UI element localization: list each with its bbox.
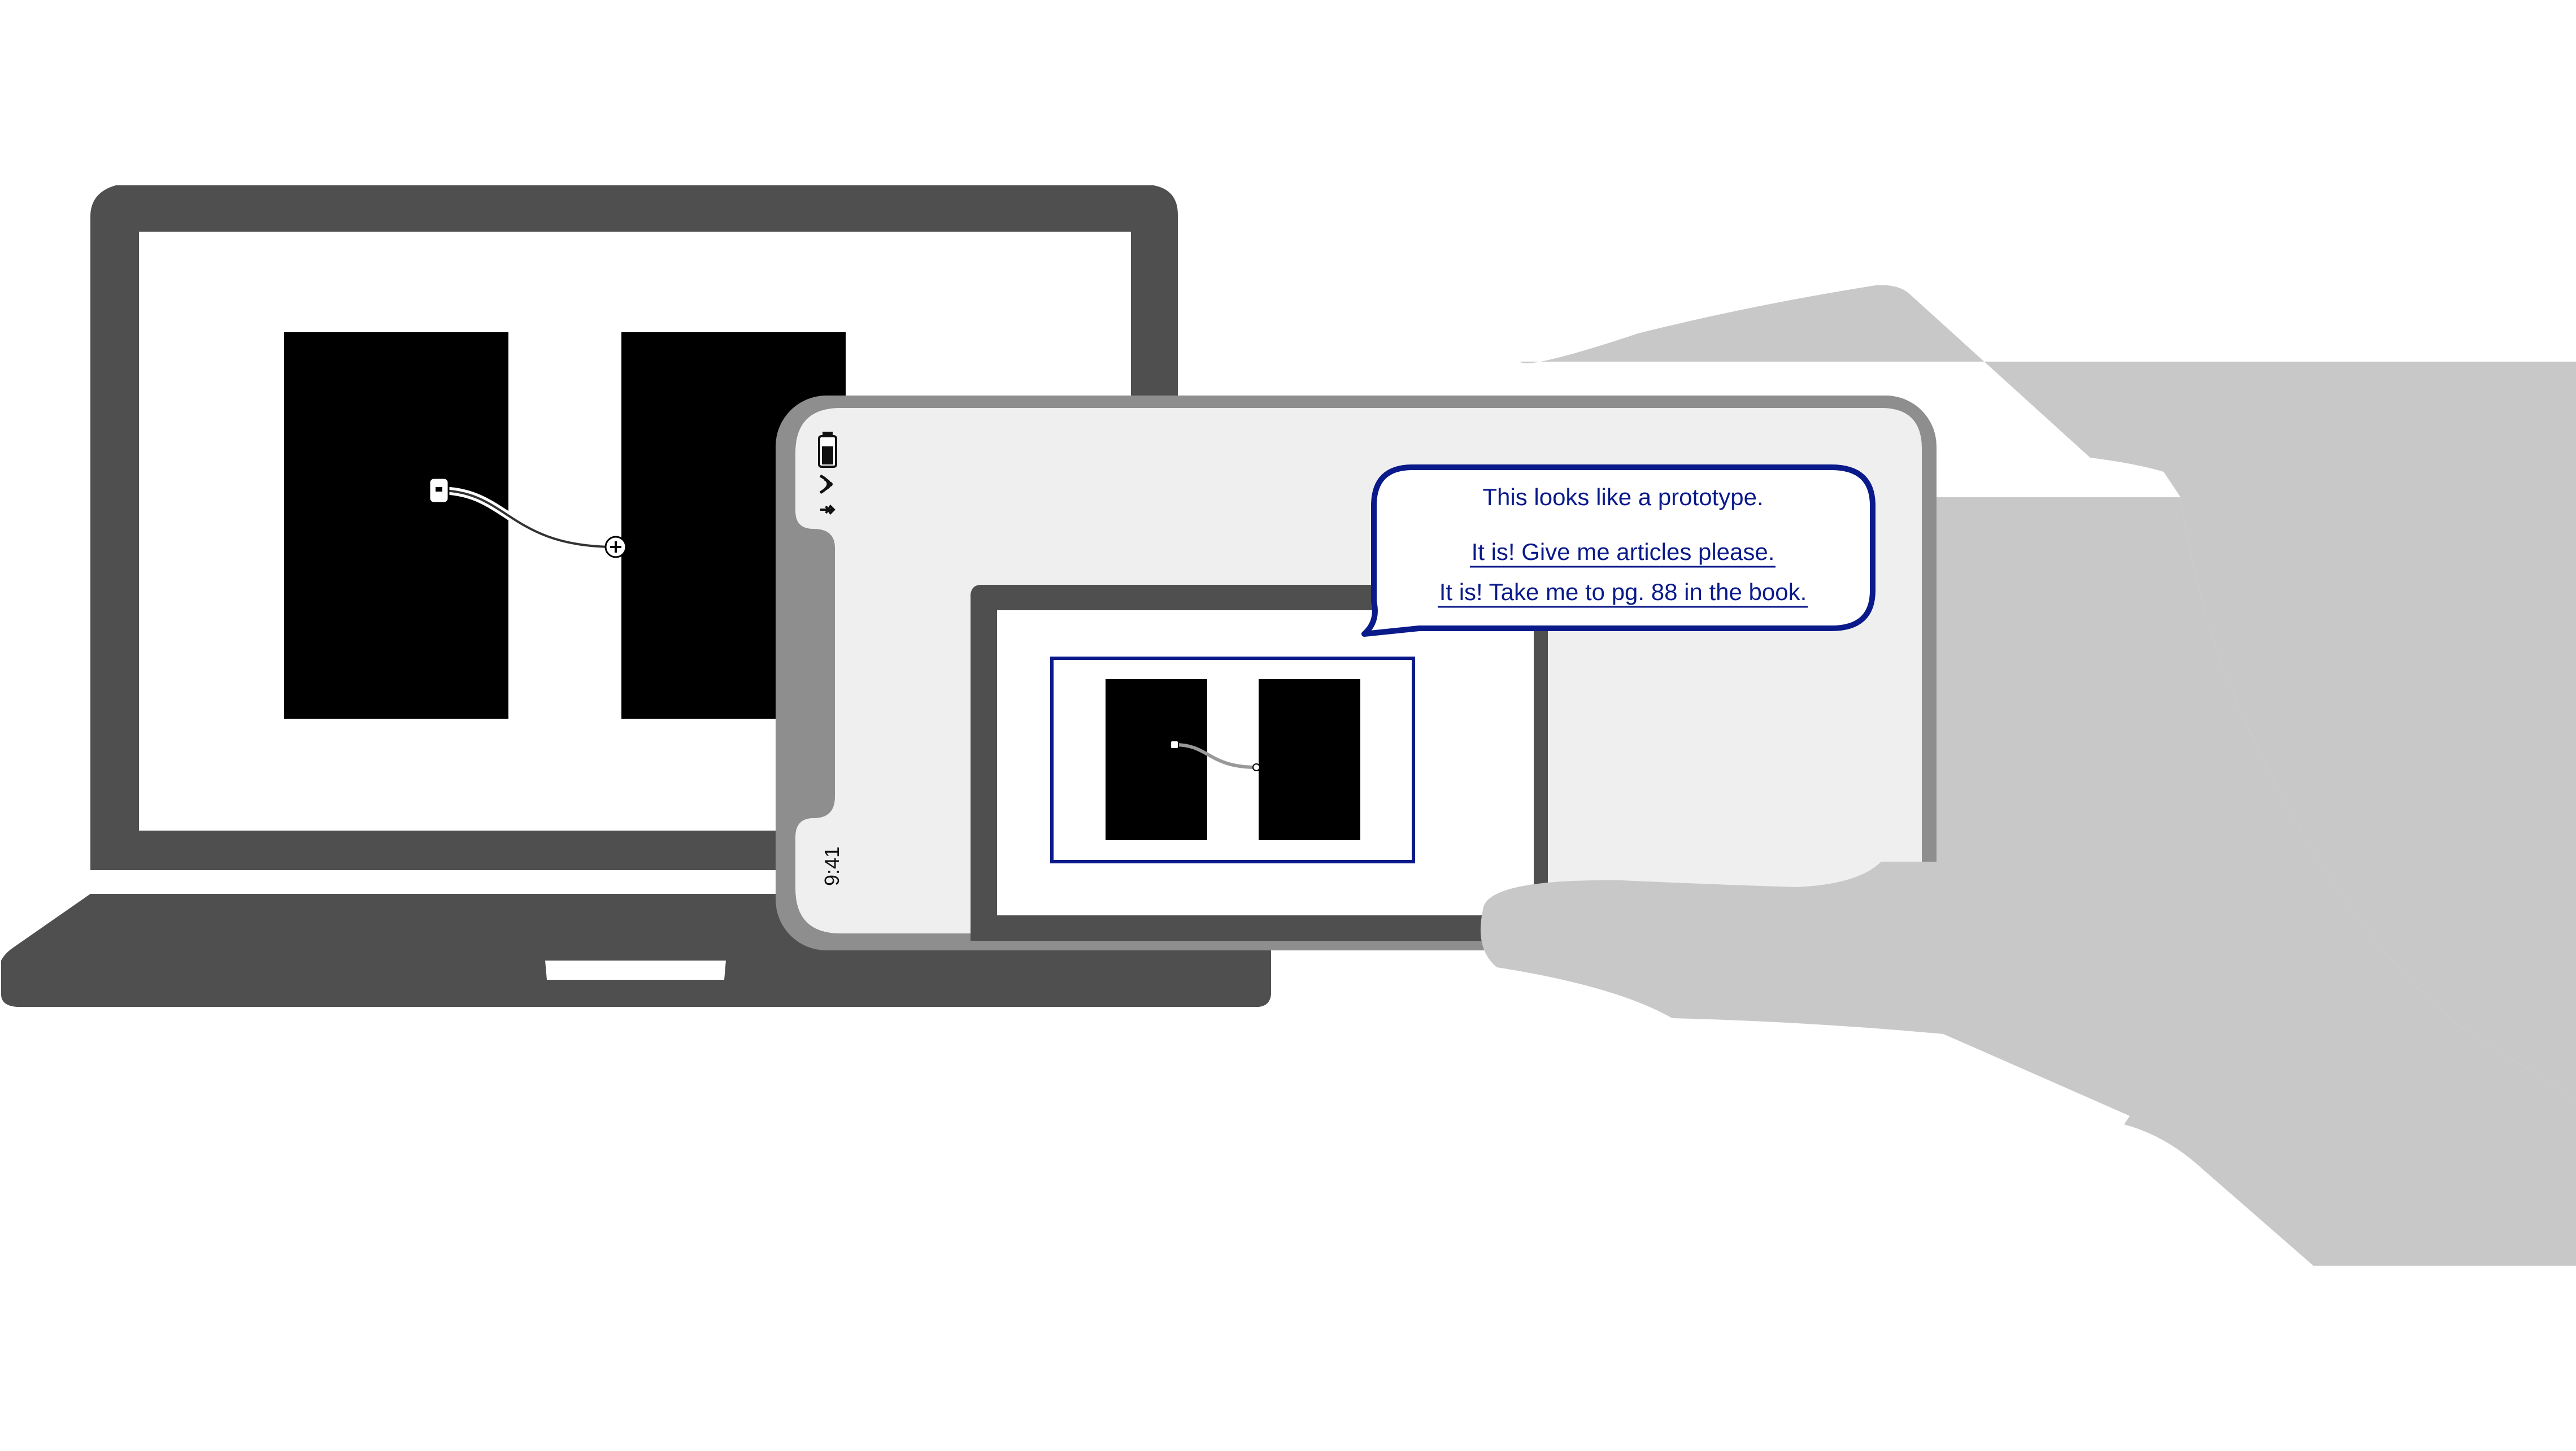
ar-prototype-scene: 9:41 This looks like a prototype. It is!… <box>1 185 2576 1266</box>
camera-view-wire-end <box>1252 763 1260 771</box>
battery-icon <box>818 432 837 468</box>
bubble-message: This looks like a prototype. <box>1482 484 1763 510</box>
laptop-trackpad-notch <box>545 961 726 980</box>
camera-view-wire-start <box>1170 740 1179 749</box>
camera-view-panel-right <box>1259 679 1360 840</box>
reply-option-articles[interactable]: It is! Give me articles please. <box>1470 538 1776 568</box>
camera-view-panel-left <box>1106 679 1207 840</box>
reply-option-book-page-label[interactable]: It is! Take me to pg. 88 in the book. <box>1439 579 1807 605</box>
reply-option-articles-label[interactable]: It is! Give me articles please. <box>1472 538 1775 565</box>
camera-view-laptop <box>971 585 1548 941</box>
laptop-wire-end-handle <box>604 536 627 558</box>
laptop-panel-left <box>284 332 508 719</box>
chat-bubble: This looks like a prototype. It is! Give… <box>1361 464 1876 637</box>
reply-option-book-page[interactable]: It is! Take me to pg. 88 in the book. <box>1438 579 1808 608</box>
laptop-wire-start-handle <box>428 477 450 504</box>
status-time: 9:41 <box>820 846 843 886</box>
